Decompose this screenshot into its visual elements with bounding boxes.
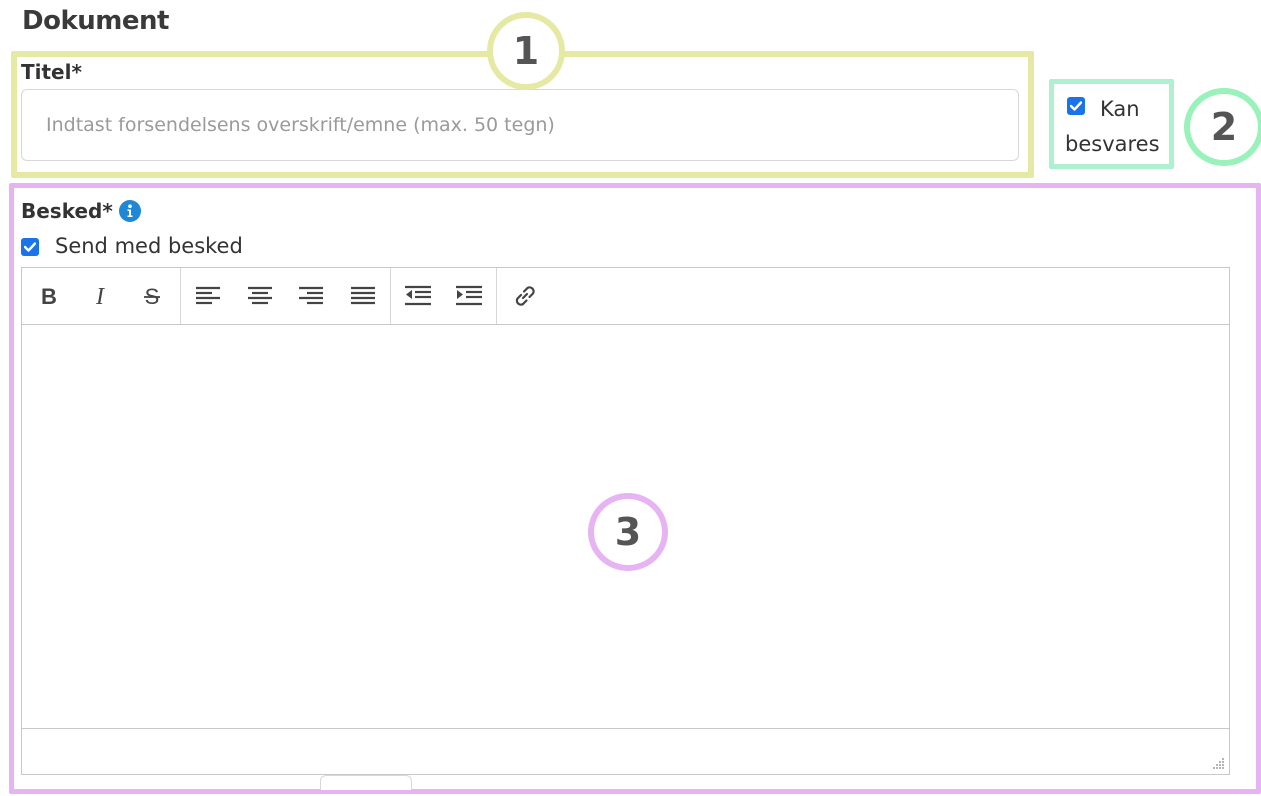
italic-button[interactable]: I xyxy=(82,278,118,314)
strikethrough-icon: S xyxy=(144,285,160,307)
align-left-button[interactable] xyxy=(190,278,226,314)
title-input[interactable] xyxy=(21,89,1019,161)
outdent-icon xyxy=(405,285,431,306)
editor-statusbar xyxy=(22,728,1229,774)
callout-badge-1: 1 xyxy=(487,12,565,90)
callout-badge-3: 3 xyxy=(588,493,668,571)
send-med-besked-label[interactable]: Send med besked xyxy=(55,234,243,258)
bold-icon: B xyxy=(41,285,57,307)
align-center-icon xyxy=(248,286,272,305)
svg-text:I: I xyxy=(95,285,105,307)
bold-button[interactable]: B xyxy=(31,278,67,314)
bottom-tab-stub xyxy=(320,775,412,790)
checkmark-icon xyxy=(24,242,36,252)
title-label: Titel* xyxy=(21,60,82,84)
justify-icon xyxy=(351,286,375,305)
toolbar-separator xyxy=(180,268,181,324)
section-title: Dokument xyxy=(22,6,169,36)
align-right-button[interactable] xyxy=(293,278,329,314)
toolbar-separator xyxy=(496,268,497,324)
indent-icon xyxy=(456,285,482,306)
editor-toolbar: B I S xyxy=(22,268,1229,325)
justify-button[interactable] xyxy=(345,278,381,314)
strikethrough-button[interactable]: S xyxy=(134,278,170,314)
link-button[interactable] xyxy=(507,278,543,314)
link-icon xyxy=(515,286,535,306)
kan-besvares-label[interactable]: Kan besvares xyxy=(1065,92,1165,162)
align-left-icon xyxy=(196,286,220,305)
outdent-button[interactable] xyxy=(400,278,436,314)
indent-button[interactable] xyxy=(451,278,487,314)
svg-text:B: B xyxy=(41,285,57,307)
message-label: Besked* xyxy=(21,199,113,223)
svg-text:S: S xyxy=(145,285,160,307)
send-med-besked-checkbox[interactable] xyxy=(21,238,39,256)
italic-icon: I xyxy=(95,285,105,307)
info-icon[interactable] xyxy=(119,200,141,222)
toolbar-separator xyxy=(390,268,391,324)
align-right-icon xyxy=(299,286,323,305)
callout-badge-2: 2 xyxy=(1184,88,1261,166)
align-center-button[interactable] xyxy=(242,278,278,314)
resize-handle-icon[interactable] xyxy=(1211,756,1225,770)
